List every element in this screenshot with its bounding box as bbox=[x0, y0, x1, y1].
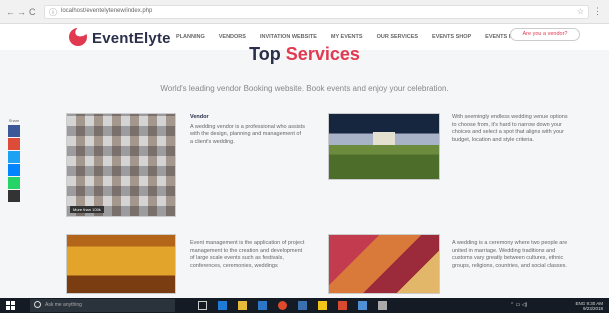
main-nav: PLANNING VENDORS INVITATION WEBSITE MY E… bbox=[176, 34, 540, 40]
browser-menu-icon[interactable]: ⋮ bbox=[593, 6, 602, 17]
google-plus-share-icon[interactable] bbox=[8, 138, 20, 150]
messenger-share-icon[interactable] bbox=[8, 164, 20, 176]
nav-item-planning[interactable]: PLANNING bbox=[176, 34, 205, 40]
task-view-icon[interactable] bbox=[198, 301, 207, 310]
section-subtitle: World's leading vendor Booking website. … bbox=[160, 84, 449, 93]
share-widget: Share bbox=[8, 118, 20, 203]
bookmark-star-icon[interactable]: ☆ bbox=[577, 7, 584, 16]
forward-arrow-icon[interactable]: → bbox=[17, 6, 26, 18]
share-label: Share bbox=[8, 118, 20, 123]
reload-icon[interactable]: C bbox=[29, 6, 36, 18]
taskbar-search-placeholder: Ask me anything bbox=[45, 302, 82, 308]
nav-item-events-shop[interactable]: EVENTS SHOP bbox=[432, 34, 471, 40]
url-text[interactable]: localhost/eventelytenew/index.php bbox=[61, 8, 152, 14]
service-vendor-heading[interactable]: Vendor bbox=[190, 114, 305, 122]
cortana-icon bbox=[34, 301, 41, 308]
windows-taskbar: Ask me anything ⌃ ▭ ◁) ENG 9:30 AM 9/23/… bbox=[0, 298, 609, 313]
edge-icon[interactable] bbox=[218, 301, 227, 310]
whatsapp-share-icon[interactable] bbox=[8, 177, 20, 189]
app-icon[interactable] bbox=[378, 301, 387, 310]
address-bar[interactable]: ⓘ localhost/eventelytenew/index.php ☆ bbox=[44, 5, 589, 19]
service-event-management-text: Event management is the application of p… bbox=[190, 240, 305, 270]
service-venue-text: With seemingly endless wedding venue opt… bbox=[452, 114, 568, 144]
more-share-icon[interactable] bbox=[8, 190, 20, 202]
browser-toolbar: ← → C ⓘ localhost/eventelytenew/index.ph… bbox=[0, 0, 609, 24]
app-icon[interactable] bbox=[358, 301, 367, 310]
nav-item-my-events[interactable]: MY EVENTS bbox=[331, 34, 363, 40]
wedding-image[interactable] bbox=[328, 234, 440, 294]
windows-start-icon[interactable] bbox=[6, 301, 15, 310]
service-vendor-text: Vendor A wedding vendor is a professiona… bbox=[190, 114, 305, 146]
app-icon[interactable] bbox=[338, 301, 347, 310]
back-arrow-icon[interactable]: ← bbox=[6, 6, 15, 18]
app-icon[interactable] bbox=[298, 301, 307, 310]
event-stage-image[interactable] bbox=[66, 234, 176, 294]
vendor-image[interactable]: More than 100k bbox=[66, 113, 176, 217]
service-wedding-text: A wedding is a ceremony where two people… bbox=[452, 240, 568, 270]
nav-item-vendors[interactable]: VENDORS bbox=[219, 34, 246, 40]
twitter-share-icon[interactable] bbox=[8, 151, 20, 163]
app-icon[interactable] bbox=[318, 301, 327, 310]
file-explorer-icon[interactable] bbox=[238, 301, 247, 310]
vendor-image-caption: More than 100k bbox=[70, 206, 104, 213]
store-icon[interactable] bbox=[258, 301, 267, 310]
system-clock[interactable]: ENG 9:30 AM 9/23/2018 bbox=[575, 301, 603, 311]
facebook-share-icon[interactable] bbox=[8, 125, 20, 137]
chrome-icon[interactable] bbox=[278, 301, 287, 310]
section-title: Top Services bbox=[249, 44, 360, 64]
venue-image[interactable] bbox=[328, 113, 440, 180]
nav-item-invitation-website[interactable]: INVITATION WEBSITE bbox=[260, 34, 317, 40]
vendor-button[interactable]: Are you a vendor? bbox=[510, 28, 580, 41]
system-tray-icons[interactable]: ⌃ ▭ ◁) bbox=[510, 302, 527, 308]
taskbar-search[interactable]: Ask me anything bbox=[30, 299, 175, 312]
info-icon[interactable]: ⓘ bbox=[49, 7, 57, 18]
nav-item-our-services[interactable]: OUR SERVICES bbox=[377, 34, 418, 40]
